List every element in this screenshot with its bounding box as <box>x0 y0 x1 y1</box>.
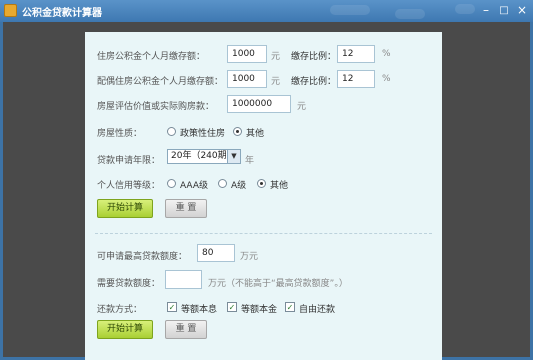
house-type-radio-other[interactable] <box>233 127 242 136</box>
spouse-deposit-unit: 元 <box>271 77 281 87</box>
house-price-label: 房屋评估价值或实际购房款： <box>97 102 215 112</box>
repay-option-free: 自由还款 <box>299 305 336 315</box>
credit-radio-aaa[interactable] <box>167 179 176 188</box>
close-button[interactable]: × <box>514 3 530 18</box>
chevron-down-icon[interactable]: ▼ <box>227 150 240 163</box>
credit-radio-other[interactable] <box>257 179 266 188</box>
need-amount-label: 需要贷款额度： <box>97 279 161 289</box>
need-amount-hint: 万元（不能高于“最高贷款额度”。） <box>208 279 348 289</box>
max-amount-label: 可申请最高贷款额度： <box>97 252 188 262</box>
result-calculate-button[interactable]: 开始计算 <box>97 320 153 339</box>
personal-deposit-label: 住房公积金个人月缴存额： <box>97 52 206 62</box>
loan-term-unit: 年 <box>245 156 255 166</box>
repay-checkbox-free[interactable]: ✓ <box>285 302 295 312</box>
personal-deposit-input[interactable] <box>227 45 267 63</box>
house-price-input[interactable] <box>227 95 291 113</box>
loan-term-selected-value: 20年（240期） <box>171 151 236 161</box>
max-amount-unit: 万元 <box>240 252 259 262</box>
max-amount-input[interactable] <box>197 244 235 262</box>
decor-cloud <box>330 5 370 15</box>
window-title: 公积金贷款计算器 <box>22 8 102 19</box>
house-type-option-other: 其他 <box>246 129 265 139</box>
personal-ratio-label: 缴存比例： <box>291 52 337 62</box>
repay-option-equal-principal: 等额本金 <box>241 305 278 315</box>
loan-term-label: 贷款申请年限： <box>97 156 161 166</box>
calculator-panel: 住房公积金个人月缴存额： 元 缴存比例： % 配偶住房公积金个人月缴存额： 元 … <box>85 32 442 360</box>
house-price-unit: 元 <box>297 102 307 112</box>
title-bar: 公积金贷款计算器 – □ × <box>0 0 533 22</box>
calculate-button[interactable]: 开始计算 <box>97 199 153 218</box>
house-type-label: 房屋性质： <box>97 129 143 139</box>
loan-term-select[interactable]: 20年（240期） ▼ <box>167 149 241 164</box>
personal-deposit-unit: 元 <box>271 52 281 62</box>
credit-level-label: 个人信用等级： <box>97 181 161 191</box>
repay-checkbox-equal-installment[interactable]: ✓ <box>167 302 177 312</box>
personal-ratio-input[interactable] <box>337 45 375 63</box>
house-type-option-policy: 政策性住房 <box>180 129 226 139</box>
repay-checkbox-equal-principal[interactable]: ✓ <box>227 302 237 312</box>
credit-option-other: 其他 <box>270 181 289 191</box>
maximize-button[interactable]: □ <box>496 3 512 18</box>
spouse-ratio-input[interactable] <box>337 70 375 88</box>
credit-radio-a[interactable] <box>218 179 227 188</box>
decor-cloud <box>395 9 425 19</box>
repay-method-label: 还款方式： <box>97 305 143 315</box>
need-amount-input[interactable] <box>165 270 202 289</box>
spouse-deposit-input[interactable] <box>227 70 267 88</box>
house-type-radio-policy[interactable] <box>167 127 176 136</box>
repay-option-equal-installment: 等额本息 <box>181 305 218 315</box>
decor-cloud <box>455 4 475 14</box>
spouse-ratio-label: 缴存比例： <box>291 77 337 87</box>
reset-button[interactable]: 重 置 <box>165 199 207 218</box>
app-icon <box>4 4 17 17</box>
spouse-deposit-label: 配偶住房公积金个人月缴存额： <box>97 77 224 87</box>
credit-option-a: A级 <box>231 181 247 191</box>
spouse-ratio-unit: % <box>382 74 391 84</box>
section-divider <box>95 233 432 234</box>
result-reset-button[interactable]: 重 置 <box>165 320 207 339</box>
personal-ratio-unit: % <box>382 49 391 59</box>
minimize-button[interactable]: – <box>478 3 494 18</box>
credit-option-aaa: AAA级 <box>180 181 208 191</box>
